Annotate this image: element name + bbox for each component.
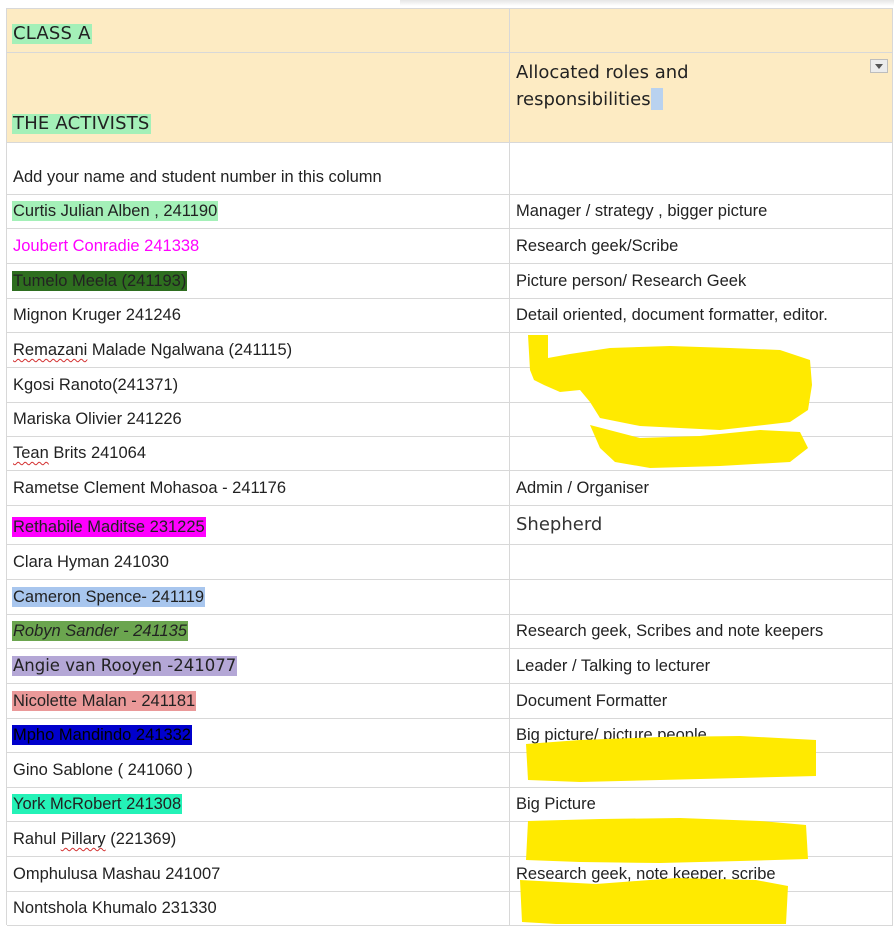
table-row: Clara Hyman 241030 [7, 545, 893, 580]
header-row-group: THE ACTIVISTS Allocated roles and respon… [7, 53, 893, 143]
window-top-shadow [400, 0, 894, 6]
instruction-row: Add your name and student number in this… [7, 143, 893, 195]
student-name: Rametse Clement Mohasoa - 241176 [13, 479, 287, 497]
student-name: Kgosi Ranoto(241371) [13, 376, 179, 394]
student-name: Mignon Kruger 241246 [13, 306, 181, 324]
cell-role[interactable]: Research geek/Scribe [510, 229, 893, 264]
student-name: Nontshola Khumalo 231330 [13, 899, 217, 917]
cell-student-name[interactable]: Tumelo Meela (241193) [7, 264, 510, 299]
role-text: Document Formatter [516, 692, 668, 710]
cell-student-name[interactable]: Mariska Olivier 241226 [7, 403, 510, 437]
cell-student-name[interactable]: Rahul Pillary (221369) [7, 822, 510, 857]
cell-class-label[interactable]: CLASS A [7, 9, 510, 53]
redaction-scribble-2 [526, 736, 816, 782]
role-text: Research geek/Scribe [516, 237, 679, 255]
student-name: Cameron Spence- 241119 [12, 587, 206, 607]
redaction-scribble-3 [526, 818, 808, 863]
cell-student-name[interactable]: Gino Sablone ( 241060 ) [7, 753, 510, 788]
redaction-scribble-4 [520, 878, 788, 924]
role-text: Admin / Organiser [516, 479, 649, 497]
student-name: Robyn Sander - 241135 [12, 621, 188, 641]
cell-instruction-empty[interactable] [510, 143, 893, 195]
student-name: Rethabile Maditse 231225 [12, 517, 206, 537]
student-name: Gino Sablone ( 241060 ) [13, 761, 193, 779]
student-name: Remazani Malade Ngalwana (241115) [13, 341, 293, 359]
cell-student-name[interactable]: Joubert Conradie 241338 [7, 229, 510, 264]
role-text: Shepherd [516, 514, 603, 535]
table-row: Robyn Sander - 241135 Research geek, Scri… [7, 615, 893, 649]
cell-role[interactable]: Manager / strategy , bigger picture [510, 195, 893, 229]
cell-student-name[interactable]: Mignon Kruger 241246 [7, 299, 510, 333]
cell-student-name[interactable]: Angie van Rooyen -241077 [7, 649, 510, 684]
cell-group-name[interactable]: THE ACTIVISTS [7, 53, 510, 143]
cell-role[interactable] [510, 545, 893, 580]
header-row-class: CLASS A [7, 9, 893, 53]
table-row: Curtis Julian Alben , 241190 Manager / st… [7, 195, 893, 229]
class-label: CLASS A [12, 23, 92, 44]
table-row: Nicolette Malan - 241181 Document Formatt… [7, 684, 893, 719]
cell-student-name[interactable]: Curtis Julian Alben , 241190 [7, 195, 510, 229]
student-name: Tumelo Meela (241193) [12, 271, 188, 291]
cell-role[interactable] [510, 580, 893, 615]
cell-roles-heading[interactable]: Allocated roles and responsibilities [510, 53, 893, 143]
student-name: Joubert Conradie 241338 [13, 237, 200, 255]
cell-student-name[interactable]: Kgosi Ranoto(241371) [7, 368, 510, 403]
table-row: Cameron Spence- 241119 [7, 580, 893, 615]
cell-student-name[interactable]: Cameron Spence- 241119 [7, 580, 510, 615]
table-row: Tumelo Meela (241193) Picture person/ Res… [7, 264, 893, 299]
student-name: Curtis Julian Alben , 241190 [12, 201, 219, 221]
student-name: Mariska Olivier 241226 [13, 410, 182, 428]
text-cursor-selection [650, 88, 663, 110]
cell-student-name[interactable]: York McRobert 241308 [7, 788, 510, 822]
cell-role[interactable]: Shepherd [510, 506, 893, 545]
instruction-text: Add your name and student number in this… [13, 168, 382, 186]
cell-empty-header[interactable] [510, 9, 893, 53]
cell-student-name[interactable]: Nicolette Malan - 241181 [7, 684, 510, 719]
role-text: Detail oriented, document formatter, edi… [516, 306, 828, 324]
role-text: Manager / strategy , bigger picture [516, 202, 768, 220]
cell-student-name[interactable]: Rethabile Maditse 231225 [7, 506, 510, 545]
cell-role[interactable]: Research geek, Scribes and note keepers [510, 615, 893, 649]
student-name: York McRobert 241308 [12, 794, 183, 814]
role-text: Leader / Talking to lecturer [516, 657, 711, 675]
cell-student-name[interactable]: Mpho Mandindo 241332 [7, 719, 510, 753]
cell-role[interactable]: Picture person/ Research Geek [510, 264, 893, 299]
cell-student-name[interactable]: Omphulusa Mashau 241007 [7, 857, 510, 892]
cell-student-name[interactable]: Nontshola Khumalo 231330 [7, 892, 510, 926]
role-text: Big Picture [516, 795, 596, 813]
cell-role[interactable]: Admin / Organiser [510, 471, 893, 506]
student-name: Rahul Pillary (221369) [13, 830, 177, 848]
cell-instruction[interactable]: Add your name and student number in this… [7, 143, 510, 195]
cell-role[interactable]: Detail oriented, document formatter, edi… [510, 299, 893, 333]
table-row: Rethabile Maditse 231225 Shepherd [7, 506, 893, 545]
student-name: Nicolette Malan - 241181 [12, 691, 197, 711]
student-name: Mpho Mandindo 241332 [12, 725, 192, 745]
role-text: Research geek, Scribes and note keepers [516, 622, 824, 640]
table-row: Angie van Rooyen -241077 Leader / Talking… [7, 649, 893, 684]
role-text: Picture person/ Research Geek [516, 272, 747, 290]
cell-student-name[interactable]: Tean Brits 241064 [7, 437, 510, 471]
student-name: Clara Hyman 241030 [13, 553, 169, 571]
cell-student-name[interactable]: Remazani Malade Ngalwana (241115) [7, 333, 510, 368]
dropdown-arrow-icon[interactable] [870, 59, 888, 73]
cell-role[interactable]: Leader / Talking to lecturer [510, 649, 893, 684]
table-row: Rametse Clement Mohasoa - 241176 Admin / … [7, 471, 893, 506]
table-row: Joubert Conradie 241338 Research geek/Scr… [7, 229, 893, 264]
student-name: Angie van Rooyen -241077 [12, 656, 238, 676]
student-name: Tean Brits 241064 [13, 444, 147, 462]
cell-student-name[interactable]: Clara Hyman 241030 [7, 545, 510, 580]
cell-student-name[interactable]: Robyn Sander - 241135 [7, 615, 510, 649]
redaction-scribble-1 [528, 335, 812, 468]
cell-role[interactable]: Document Formatter [510, 684, 893, 719]
cell-student-name[interactable]: Rametse Clement Mohasoa - 241176 [7, 471, 510, 506]
roles-heading: Allocated roles and responsibilities [516, 62, 689, 110]
group-name: THE ACTIVISTS [12, 113, 151, 134]
table-row: Mignon Kruger 241246 Detail oriented, doc… [7, 299, 893, 333]
student-name: Omphulusa Mashau 241007 [13, 865, 221, 883]
